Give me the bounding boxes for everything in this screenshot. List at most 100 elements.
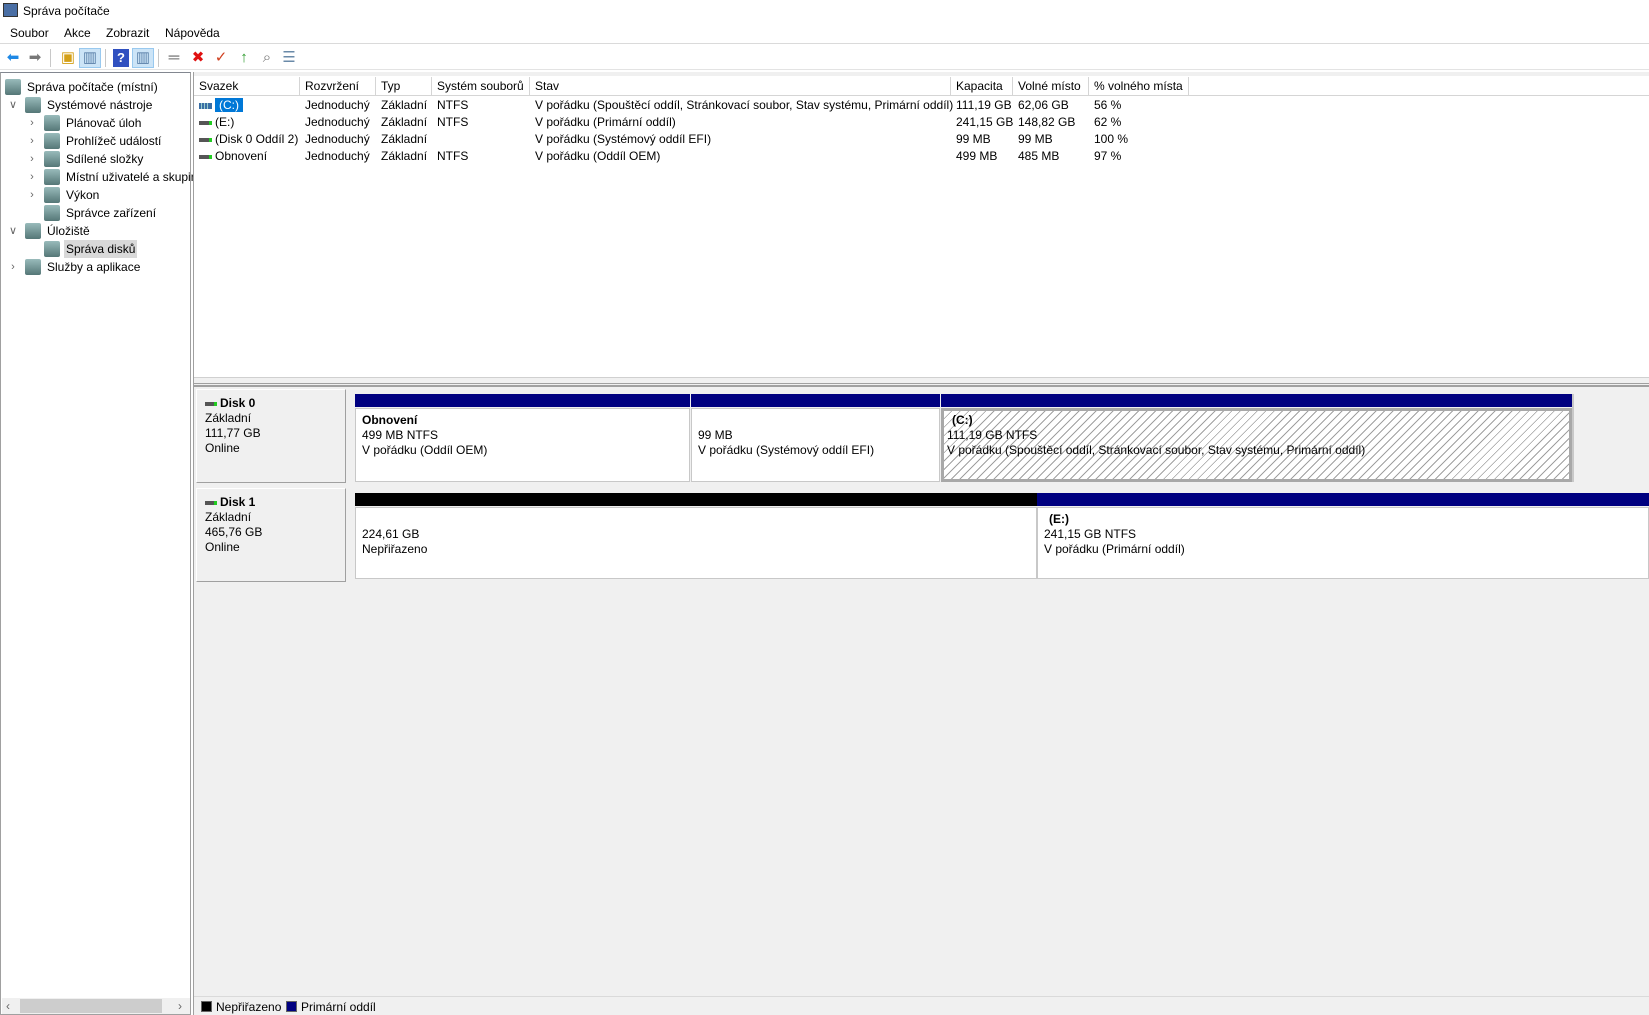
delete-button[interactable]: ✖ xyxy=(188,48,208,68)
chevron-right-icon[interactable]: › xyxy=(26,186,38,204)
tree-item-3[interactable]: › Prohlížeč událostí xyxy=(1,132,190,150)
cell-text: 99 MB xyxy=(1018,132,1053,146)
legend-label: Nepřiřazeno xyxy=(216,1000,282,1014)
cell-text: 62 % xyxy=(1094,115,1122,129)
cell-text: 100 % xyxy=(1094,132,1129,146)
cell-stav: V pořádku (Primární oddíl) xyxy=(530,114,951,131)
scroll-thumb[interactable] xyxy=(20,999,162,1013)
chevron-right-icon[interactable]: › xyxy=(7,258,19,276)
table-row[interactable]: (E:) Jednoduchý Základní NTFS V pořádku (Pri… xyxy=(194,114,1394,131)
column-header-4[interactable]: Stav xyxy=(530,77,951,96)
partition-size: 499 MB NTFS xyxy=(362,428,439,442)
tree-item-1[interactable]: ∨ Systémové nástroje xyxy=(1,96,190,114)
tree-item-0[interactable]: Správa počítače (místní) xyxy=(1,78,190,96)
import-button[interactable]: ↑ xyxy=(234,48,254,68)
scroll-left-icon[interactable]: ‹ xyxy=(6,999,10,1013)
window-title: Správa počítače xyxy=(23,4,110,18)
tree-item-8[interactable]: ∨ Úložiště xyxy=(1,222,190,240)
services-icon xyxy=(25,259,41,275)
tree-item-6[interactable]: › Výkon xyxy=(1,186,190,204)
column-header-2[interactable]: Typ xyxy=(376,77,432,96)
cell-text: 62,06 GB xyxy=(1018,98,1069,112)
partition[interactable]: (E:) 241,15 GB NTFS V pořádku (Primární od… xyxy=(1037,493,1649,579)
cell-voln-m-sto: 148,82 GB xyxy=(1013,114,1089,131)
chevron-right-icon[interactable]: › xyxy=(26,114,38,132)
menu-zobrazit[interactable]: Zobrazit xyxy=(106,26,149,40)
partition[interactable]: 99 MB V pořádku (Systémový oddíl EFI) xyxy=(691,394,940,482)
column-header-5[interactable]: Kapacita xyxy=(951,77,1013,96)
disk-label[interactable]: Disk 0 Základní 111,77 GB Online xyxy=(196,389,346,483)
help-button[interactable]: ? xyxy=(111,48,131,68)
disk-graphical-view: Disk 0 Základní 111,77 GB Online Obnovení 499… xyxy=(194,385,1649,996)
column-header-0[interactable]: Svazek xyxy=(194,77,300,96)
show-hide-console-tree-icon: ▥ xyxy=(82,49,98,66)
disk-drive-icon xyxy=(205,401,217,406)
cell-voln-m-sto: 485 MB xyxy=(1013,148,1089,165)
up-folder-button[interactable]: ▣ xyxy=(58,48,78,68)
cell-syst-m-soubor-: NTFS xyxy=(432,148,530,165)
show-hide-console-tree-button[interactable]: ▥ xyxy=(79,48,101,68)
column-header-3[interactable]: Systém souborů xyxy=(432,77,530,96)
tree-item-7[interactable]: Správce zařízení xyxy=(1,204,190,222)
console-tree: Správa počítače (místní) ∨ Systémové nástr… xyxy=(0,72,203,1015)
delete-icon: ✖ xyxy=(191,49,205,66)
chevron-down-icon[interactable]: ∨ xyxy=(7,96,19,114)
cell-text: Obnovení xyxy=(215,149,268,163)
tree-item-label: Plánovač úloh xyxy=(66,116,142,130)
scroll-right-icon[interactable]: › xyxy=(178,999,182,1013)
cell-text: Základní xyxy=(381,132,428,146)
tree-item-2[interactable]: › Plánovač úloh xyxy=(1,114,190,132)
cell-syst-m-soubor-: NTFS xyxy=(432,97,530,114)
cell-typ: Základní xyxy=(376,131,432,148)
column-header-1[interactable]: Rozvržení xyxy=(300,77,376,96)
search-icon: ⌕ xyxy=(262,49,272,66)
table-row[interactable]: (C:) Jednoduchý Základní NTFS V pořádku (Spo… xyxy=(194,97,1394,114)
chevron-right-icon[interactable]: › xyxy=(26,132,38,150)
table-row[interactable]: (Disk 0 Oddíl 2) Jednoduchý Základní V pořá… xyxy=(194,131,1394,148)
disk-drive-icon xyxy=(205,500,217,505)
back-icon: ⬅ xyxy=(6,49,20,66)
volume-icon xyxy=(199,120,212,125)
partition-name: Obnovení xyxy=(362,413,418,427)
forward-button[interactable]: ➡ xyxy=(25,48,45,68)
tree-item-9[interactable]: Správa disků xyxy=(1,240,190,258)
properties-button[interactable]: ✓ xyxy=(211,48,231,68)
device-manager-icon xyxy=(44,205,60,221)
chevron-right-icon[interactable]: › xyxy=(26,168,38,186)
cell-text: V pořádku (Spouštěcí oddíl, Stránkovací … xyxy=(535,98,954,112)
cell-text: 499 MB xyxy=(956,149,998,163)
menu-soubor[interactable]: Soubor xyxy=(10,26,49,40)
partition[interactable]: Obnovení 499 MB NTFS V pořádku (Oddíl OEM) xyxy=(355,394,690,482)
search-button[interactable]: ⌕ xyxy=(257,48,277,68)
column-header-7[interactable]: % volného místa xyxy=(1089,77,1189,96)
partition-body: 224,61 GB Nepřiřazeno xyxy=(355,507,1037,579)
users-icon xyxy=(44,169,60,185)
chevron-down-icon[interactable]: ∨ xyxy=(7,222,19,240)
clock-icon xyxy=(44,115,60,131)
disk-label[interactable]: Disk 1 Základní 465,76 GB Online xyxy=(196,488,346,582)
partition[interactable]: 224,61 GB Nepřiřazeno xyxy=(355,493,1037,579)
show-hide-action-pane-button[interactable]: ▥ xyxy=(132,48,154,68)
menu-napoveda[interactable]: Nápověda xyxy=(165,26,220,40)
tree-item-label: Služby a aplikace xyxy=(47,260,141,274)
chevron-right-icon[interactable]: › xyxy=(26,150,38,168)
cell-rozvr-en-: Jednoduchý xyxy=(300,97,376,114)
connect-button[interactable]: ═ xyxy=(164,48,184,68)
tree-item-10[interactable]: › Služby a aplikace xyxy=(1,258,190,276)
tree-horizontal-scrollbar[interactable]: ‹ › xyxy=(2,998,190,1014)
list-button[interactable]: ☰ xyxy=(279,48,299,68)
table-row[interactable]: Obnovení Jednoduchý Základní NTFS V pořádku … xyxy=(194,148,1394,165)
cell-voln-m-sto: 62,06 GB xyxy=(1013,97,1089,114)
partition-status: V pořádku (Spouštěcí oddíl, Stránkovací … xyxy=(947,443,1366,457)
cell-stav: V pořádku (Systémový oddíl EFI) xyxy=(530,131,951,148)
menu-akce[interactable]: Akce xyxy=(64,26,91,40)
back-button[interactable]: ⬅ xyxy=(3,48,23,68)
column-header-6[interactable]: Volné místo xyxy=(1013,77,1089,96)
cell-text: 241,15 GB xyxy=(956,115,1014,129)
cell-text: NTFS xyxy=(437,98,469,112)
partition[interactable]: (C:) 111,19 GB NTFS V pořádku (Spouštěcí o… xyxy=(941,394,1574,482)
cell-text: (Disk 0 Oddíl 2) xyxy=(215,132,299,146)
tree-item-5[interactable]: › Místní uživatelé a skupiny xyxy=(1,168,203,186)
pane-splitter[interactable] xyxy=(194,378,1649,384)
tree-item-4[interactable]: › Sdílené složky xyxy=(1,150,190,168)
